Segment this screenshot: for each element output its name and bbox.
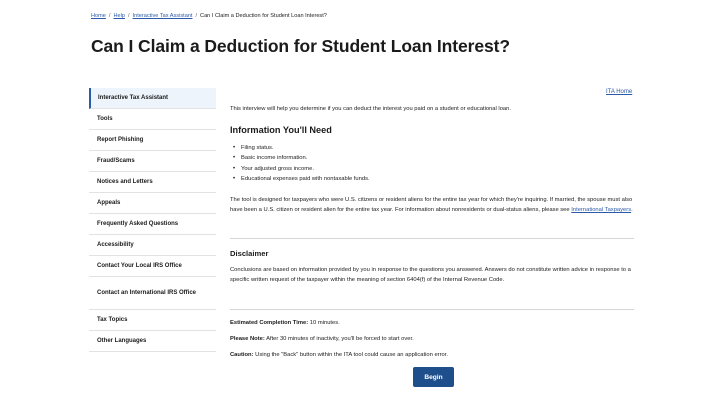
info-list: Filing status. Basic income information.…: [233, 143, 370, 185]
breadcrumb-separator: /: [108, 13, 111, 19]
list-item: Your adjusted gross income.: [233, 164, 370, 175]
completion-time: Estimated Completion Time: 10 minutes.: [230, 320, 340, 326]
sidebar-item-label: Contact Your Local IRS Office: [97, 262, 182, 269]
sidebar-item-other-languages[interactable]: Other Languages: [89, 331, 216, 352]
breadcrumb: Home / Help / Interactive Tax Assistant / Can …: [91, 13, 327, 19]
intro-section: This interview will help you determine i…: [230, 105, 638, 113]
disclaimer-heading: Disclaimer: [230, 249, 269, 258]
caution-value: Using the "Back" button within the ITA t…: [255, 352, 448, 358]
section-divider: [230, 238, 634, 239]
section-divider: [230, 309, 634, 310]
sidebar-item-contact-local-office[interactable]: Contact Your Local IRS Office: [89, 256, 216, 277]
sidebar-item-label: Report Phishing: [97, 136, 144, 143]
ita-home-link[interactable]: ITA Home: [606, 89, 632, 95]
sidebar-item-label: Interactive Tax Assistant: [98, 94, 169, 101]
note-label: Please Note:: [230, 336, 265, 342]
sidebar-item-label: Fraud/Scams: [97, 157, 135, 164]
sidebar-item-label: Tools: [97, 115, 113, 122]
sidebar-item-contact-international-office[interactable]: Contact an International IRS Office: [89, 277, 216, 310]
sidebar-item-notices-and-letters[interactable]: Notices and Letters: [89, 172, 216, 193]
list-item: Basic income information.: [233, 153, 370, 164]
breadcrumb-help-link[interactable]: Help: [113, 13, 125, 19]
begin-button[interactable]: Begin: [413, 367, 454, 387]
sidebar-item-label: Accessibility: [97, 241, 134, 248]
sidebar-item-report-phishing[interactable]: Report Phishing: [89, 130, 216, 151]
sidebar-item-fraud-scams[interactable]: Fraud/Scams: [89, 151, 216, 172]
international-taxpayers-link[interactable]: International Taxpayers: [571, 207, 631, 213]
sidebar-item-label: Other Languages: [97, 337, 147, 344]
completion-label: Estimated Completion Time:: [230, 320, 309, 326]
sidebar-item-appeals[interactable]: Appeals: [89, 193, 216, 214]
caution-label: Caution:: [230, 352, 254, 358]
sidebar-item-faq[interactable]: Frequently Asked Questions: [89, 214, 216, 235]
eligibility-text: The tool is designed for taxpayers who w…: [230, 195, 638, 216]
info-heading: Information You'll Need: [230, 125, 332, 135]
eligibility-end: .: [631, 207, 633, 214]
note-value: After 30 minutes of inactivity, you'll b…: [266, 336, 414, 342]
breadcrumb-ita-link[interactable]: Interactive Tax Assistant: [133, 13, 193, 19]
sidebar-item-label: Tax Topics: [97, 316, 128, 323]
sidebar-item-accessibility[interactable]: Accessibility: [89, 235, 216, 256]
breadcrumb-separator: /: [195, 13, 198, 19]
page-title: Can I Claim a Deduction for Student Loan…: [91, 36, 510, 56]
sidebar-item-interactive-tax-assistant[interactable]: Interactive Tax Assistant: [89, 88, 216, 109]
list-item: Filing status.: [233, 143, 370, 154]
sidebar-nav: Interactive Tax Assistant Tools Report P…: [89, 88, 216, 352]
sidebar-item-label: Frequently Asked Questions: [97, 220, 179, 227]
caution-note: Caution: Using the "Back" button within …: [230, 352, 448, 358]
sidebar-item-label: Notices and Letters: [97, 178, 153, 185]
breadcrumb-home-link[interactable]: Home: [91, 13, 106, 19]
sidebar-item-label: Contact an International IRS Office: [97, 289, 197, 296]
breadcrumb-separator: /: [128, 13, 130, 19]
sidebar-item-tools[interactable]: Tools: [89, 109, 216, 130]
list-item: Educational expenses paid with nontaxabl…: [233, 174, 370, 185]
intro-text: This interview will help you determine i…: [230, 106, 511, 112]
inactivity-note: Please Note: After 30 minutes of inactiv…: [230, 336, 414, 342]
sidebar-item-label: Appeals: [97, 199, 121, 206]
disclaimer-text: Conclusions are based on information pro…: [230, 267, 631, 284]
sidebar-item-tax-topics[interactable]: Tax Topics: [89, 310, 216, 331]
completion-value: 10 minutes.: [309, 320, 340, 326]
breadcrumb-current: Can I Claim a Deduction for Student Loan…: [200, 13, 327, 19]
